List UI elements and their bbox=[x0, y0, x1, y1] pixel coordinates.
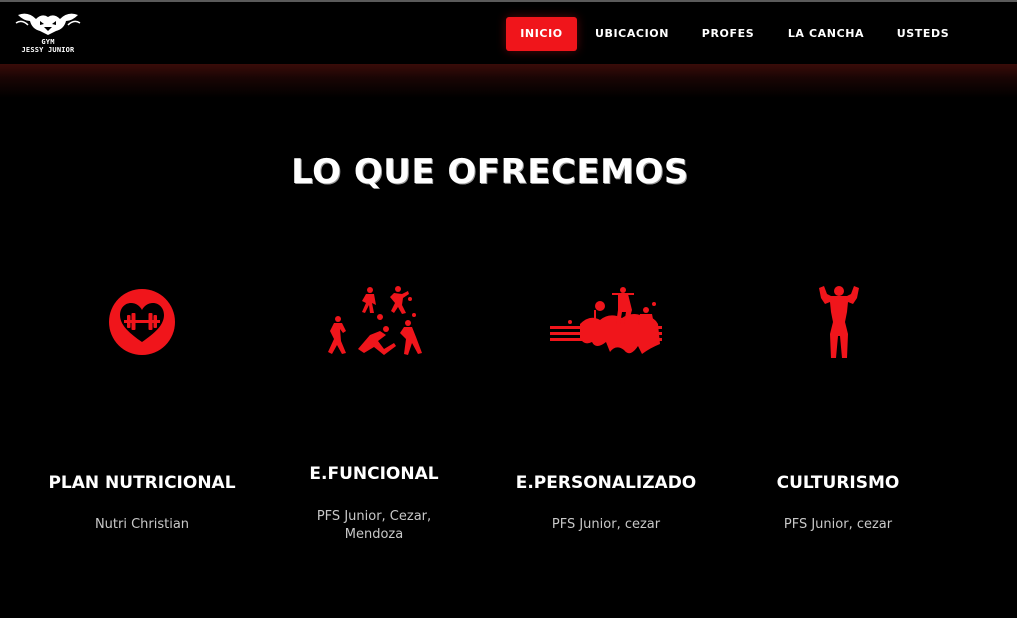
nav-usteds[interactable]: USTEDS bbox=[890, 17, 956, 51]
card-title-culturismo: CULTURISMO bbox=[776, 473, 900, 493]
main-nav: INICIO UBICACION PROFES LA CANCHA USTEDS bbox=[0, 17, 1017, 51]
nav-la-cancha[interactable]: LA CANCHA bbox=[782, 17, 870, 51]
header-glow bbox=[0, 64, 1017, 98]
bodybuilder-icon bbox=[815, 284, 863, 364]
card-desc-e-personalizado: PFS Junior, cezar bbox=[551, 517, 661, 532]
heart-dumbbell-icon bbox=[109, 289, 175, 359]
card-title-e-funcional: E.FUNCIONAL bbox=[309, 464, 439, 484]
card-desc-plan-nutricional: Nutri Christian bbox=[94, 517, 190, 532]
card-desc-culturismo: PFS Junior, cezar bbox=[783, 517, 893, 532]
section-title: LO QUE OFRECEMOS bbox=[291, 152, 689, 192]
card-desc-e-funcional: PFS Junior, Cezar, Mendoza bbox=[316, 509, 432, 542]
weightlifting-group-icon bbox=[550, 284, 664, 364]
football-players-icon bbox=[324, 283, 424, 363]
nav-profes[interactable]: PROFES bbox=[696, 17, 760, 51]
site-header: GYM JESSY JUNIOR INICIO UBICACION PROFES… bbox=[0, 2, 1017, 64]
nav-ubicacion[interactable]: UBICACION bbox=[590, 17, 674, 51]
card-title-e-personalizado: E.PERSONALIZADO bbox=[515, 473, 697, 493]
nav-inicio[interactable]: INICIO bbox=[506, 17, 577, 51]
card-title-plan-nutricional: PLAN NUTRICIONAL bbox=[48, 473, 236, 493]
